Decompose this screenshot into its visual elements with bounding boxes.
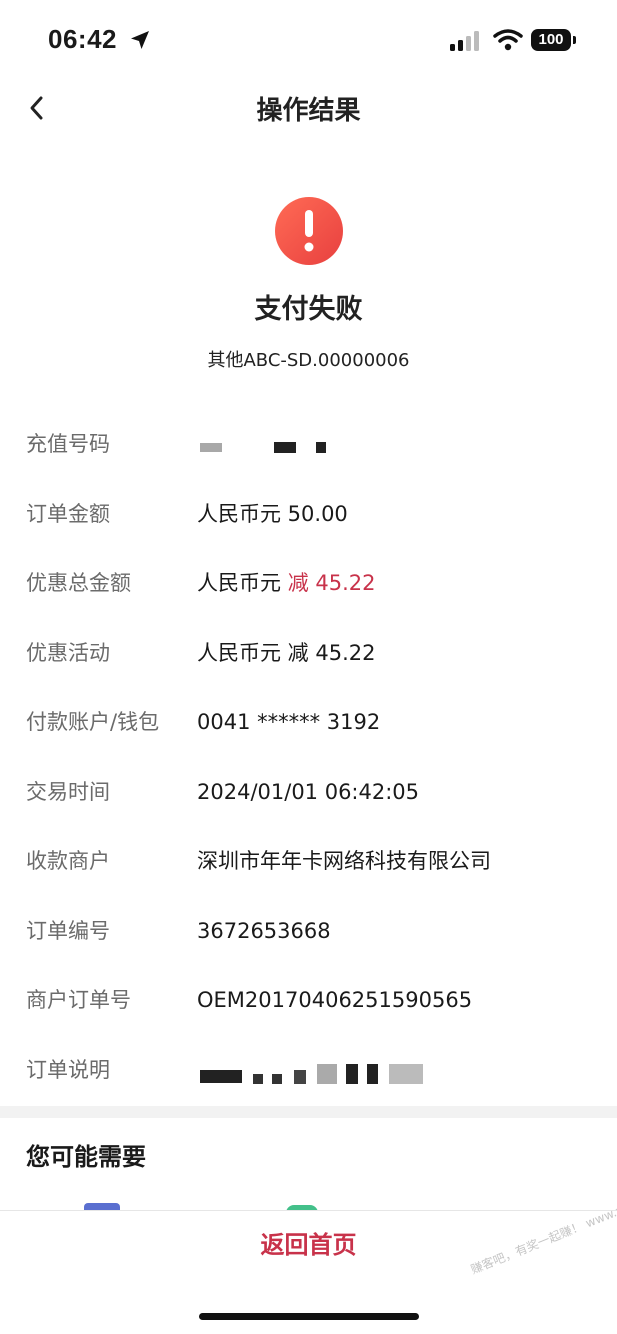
detail-label: 订单金额 [26, 502, 110, 526]
detail-value: 3672653668 [197, 919, 331, 943]
status-bar: 06:42 100 [0, 0, 617, 80]
exclamation-circle-icon [275, 197, 343, 265]
location-arrow-icon [131, 31, 149, 49]
detail-label: 付款账户/钱包 [26, 710, 160, 734]
detail-row-total-discount: 优惠总金额 人民币元 减 45.22 [0, 563, 617, 603]
detail-label: 优惠总金额 [26, 571, 131, 595]
status-time: 06:42 [48, 24, 117, 54]
detail-label: 优惠活动 [26, 641, 110, 665]
section-divider [0, 1106, 617, 1118]
wifi-icon [493, 29, 523, 51]
detail-label: 商户订单号 [26, 988, 131, 1012]
detail-row-promotion: 优惠活动 人民币元 减 45.22 [0, 633, 617, 673]
discount-amount: 减 45.22 [287, 571, 376, 595]
detail-label: 交易时间 [26, 780, 110, 804]
detail-row-payment-account: 付款账户/钱包 0041 ****** 3192 [0, 702, 617, 742]
cellular-signal-icon [450, 31, 479, 51]
detail-value: 人民币元 50.00 [197, 502, 348, 526]
battery-icon: 100 [531, 29, 571, 51]
detail-value: 人民币元 减 45.22 [197, 563, 375, 603]
detail-label: 充值号码 [26, 432, 110, 456]
suggest-section-title: 您可能需要 [26, 1143, 146, 1171]
detail-label: 订单编号 [26, 919, 110, 943]
detail-value: 深圳市年年卡网络科技有限公司 [197, 849, 491, 873]
detail-label: 收款商户 [26, 849, 110, 873]
currency-prefix: 人民币元 [197, 571, 288, 595]
detail-value: 2024/01/01 06:42:05 [197, 780, 420, 804]
detail-value: 0041 ****** 3192 [197, 710, 381, 734]
detail-row-merchant-order-number: 商户订单号 OEM20170406251590565 [0, 980, 617, 1020]
detail-row-order-amount: 订单金额 人民币元 50.00 [0, 494, 617, 534]
detail-row-recharge-number: 充值号码 [0, 424, 617, 464]
result-title: 支付失败 [254, 294, 363, 325]
detail-row-order-number: 订单编号 3672653668 [0, 911, 617, 951]
detail-row-merchant: 收款商户 深圳市年年卡网络科技有限公司 [0, 841, 617, 881]
battery-tip [573, 36, 576, 44]
home-indicator [199, 1313, 419, 1320]
detail-value: OEM20170406251590565 [197, 988, 473, 1012]
detail-value: 人民币元 减 45.22 [197, 641, 376, 665]
detail-row-transaction-time: 交易时间 2024/01/01 06:42:05 [0, 772, 617, 812]
detail-row-order-description: 订单说明 [0, 1050, 617, 1090]
result-error-code: 其他ABC-SD.00000006 [207, 350, 410, 371]
detail-label: 订单说明 [26, 1058, 110, 1082]
page-title: 操作结果 [256, 96, 361, 126]
